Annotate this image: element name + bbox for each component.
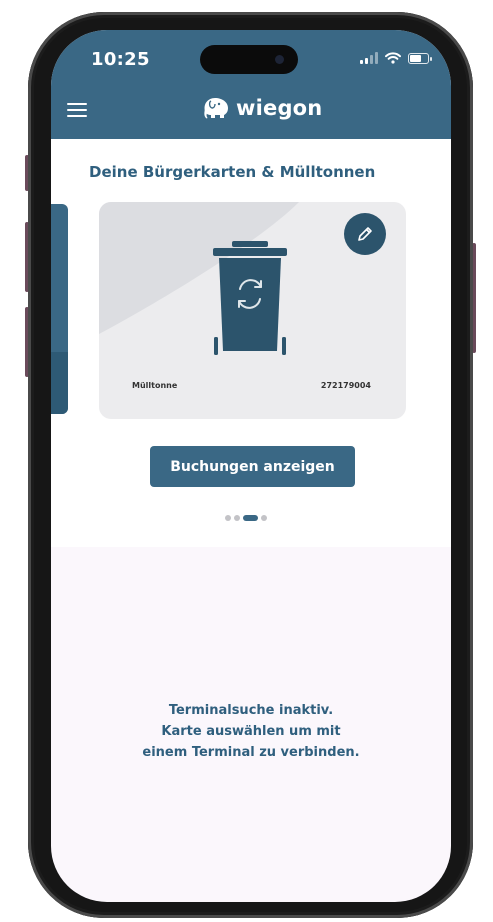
- edit-card-button[interactable]: [344, 213, 386, 255]
- pencil-icon: [358, 227, 372, 241]
- dynamic-island: [200, 45, 298, 74]
- menu-button[interactable]: [67, 103, 87, 117]
- terminal-status-line: Terminalsuche inaktiv.: [168, 703, 334, 718]
- previous-card-peek[interactable]: [51, 204, 68, 414]
- signal-icon: [360, 52, 378, 64]
- app-screen: 10:25 wiegon Deine Bürgerkarten & Müllto…: [51, 30, 451, 902]
- status-time: 10:25: [91, 49, 150, 70]
- show-bookings-button[interactable]: Buchungen anzeigen: [150, 446, 355, 487]
- terminal-status-message: Terminalsuche inaktiv. Karte auswählen u…: [51, 700, 451, 763]
- brand-logo: wiegon: [201, 96, 322, 120]
- status-icons: [360, 52, 432, 64]
- pagination-dot-active[interactable]: [243, 515, 258, 521]
- terminal-status-line: einem Terminal zu verbinden.: [142, 745, 360, 760]
- app-header: 10:25 wiegon: [51, 30, 451, 139]
- card-number: 272179004: [320, 381, 371, 390]
- wifi-icon: [385, 52, 401, 64]
- bin-card[interactable]: Mülltonne 272179004: [99, 202, 406, 419]
- carousel-pagination: [225, 515, 267, 521]
- section-title: Deine Bürgerkarten & Mülltonnen: [89, 163, 376, 181]
- pagination-dot[interactable]: [261, 515, 267, 521]
- elephant-logo-icon: [204, 98, 228, 119]
- camera-dot: [275, 55, 284, 64]
- pagination-dot[interactable]: [225, 515, 231, 521]
- brand-name: wiegon: [236, 96, 323, 120]
- battery-icon: [408, 52, 432, 64]
- terminal-status-line: Karte auswählen um mit: [161, 724, 341, 739]
- pagination-dot[interactable]: [234, 515, 240, 521]
- card-type-label: Mülltonne: [132, 381, 178, 390]
- waste-bin-icon: [213, 241, 287, 355]
